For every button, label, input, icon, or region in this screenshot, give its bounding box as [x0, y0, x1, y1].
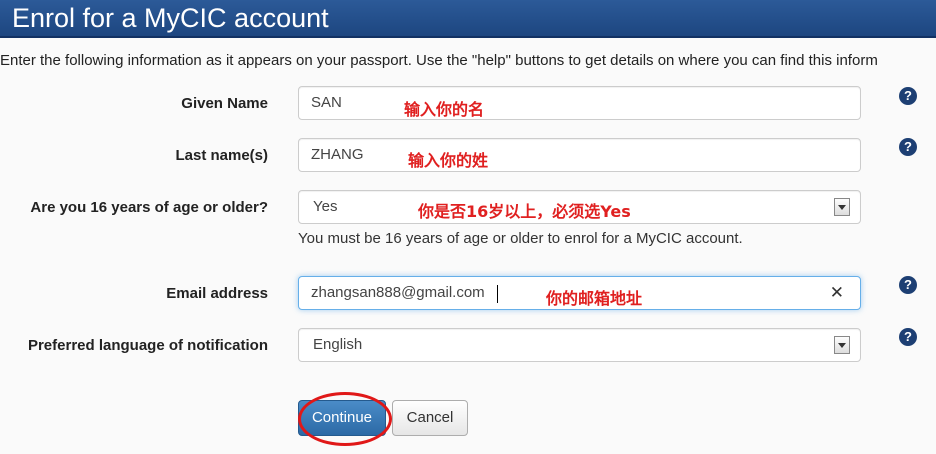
age-note: You must be 16 years of age or older to … — [298, 230, 743, 247]
language-select-value: English — [313, 336, 363, 353]
given-name-help-icon[interactable]: ? — [899, 87, 917, 105]
highlight-circle — [298, 392, 392, 446]
intro-text: Enter the following information as it ap… — [0, 52, 878, 69]
last-name-label: Last name(s) — [175, 147, 268, 164]
language-select[interactable]: English — [298, 328, 861, 362]
last-name-value: ZHANG — [311, 146, 364, 163]
given-name-label: Given Name — [181, 95, 268, 112]
given-name-value: SAN — [311, 94, 342, 111]
chevron-down-icon[interactable] — [834, 198, 850, 216]
language-help-icon[interactable]: ? — [899, 328, 917, 346]
last-name-input[interactable]: ZHANG — [298, 138, 861, 172]
last-name-help-icon[interactable]: ? — [899, 138, 917, 156]
email-help-icon[interactable]: ? — [899, 276, 917, 294]
page-title: Enrol for a MyCIC account — [12, 3, 329, 33]
close-icon[interactable]: ✕ — [830, 283, 844, 303]
text-caret — [497, 285, 498, 303]
given-name-input[interactable]: SAN — [298, 86, 861, 120]
chevron-down-icon[interactable] — [834, 336, 850, 354]
age-select-value: Yes — [313, 198, 338, 215]
email-label: Email address — [166, 285, 268, 302]
age-annotation: 你是否16岁以上，必须选Yes — [418, 202, 631, 221]
email-annotation: 你的邮箱地址 — [546, 289, 643, 308]
email-value: zhangsan888@gmail.com — [311, 284, 485, 301]
age-label: Are you 16 years of age or older? — [30, 199, 268, 216]
language-label: Preferred language of notification — [27, 337, 268, 354]
given-name-annotation: 输入你的名 — [404, 100, 485, 119]
cancel-button[interactable]: Cancel — [392, 400, 468, 436]
last-name-annotation: 输入你的姓 — [408, 151, 489, 170]
page-header: Enrol for a MyCIC account — [0, 0, 936, 38]
